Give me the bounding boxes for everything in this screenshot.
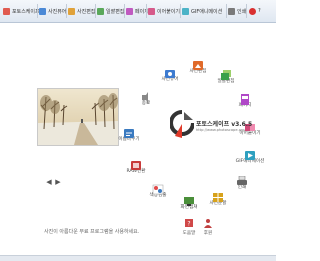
toolbar-tab-viewer[interactable]: 사진뷰어: [39, 5, 66, 17]
help-book-icon: ?: [185, 219, 193, 228]
toolbar-tab-print[interactable]: 인쇄: [228, 5, 246, 17]
editor-icon: [68, 7, 75, 15]
photoscape-icon: [3, 7, 10, 15]
menu-screen-capture[interactable]: 화면캡쳐: [173, 192, 205, 210]
person-icon: [204, 219, 212, 228]
batch-icon: [97, 7, 104, 15]
toolbar-tab-label: 사진뷰어: [48, 8, 67, 15]
raw-converter-icon: [130, 156, 142, 170]
editor-icon: [192, 56, 204, 70]
combine-icon: [148, 7, 155, 15]
color-picker-icon: [152, 180, 164, 195]
status-message: 사진이 아름다운 무료 프로그램을 사용하세요.: [44, 229, 140, 235]
photoscape-logo-icon: [170, 110, 194, 138]
toolbar-tab-label: 일괄편집: [106, 8, 125, 15]
toolbar-tab-label: 포토스케이프: [12, 8, 40, 15]
app-url: http://www.photoscape.org: [196, 128, 245, 132]
toolbar-tab-gif[interactable]: GIF애니메이션: [182, 5, 222, 17]
help-button-label: 도움말: [182, 231, 196, 236]
previous-photo-button[interactable]: ◀: [45, 178, 53, 186]
toolbar-tab-batch[interactable]: 일괄편집: [97, 5, 124, 17]
gif-icon: [182, 7, 189, 15]
viewer-icon: [39, 7, 46, 15]
app-title: 포토스케이프 v3.6.5: [196, 121, 253, 128]
menu-raw-converter[interactable]: RAW변환: [120, 156, 152, 174]
printer-icon: [236, 172, 248, 185]
toolbar-tab-editor[interactable]: 사진편집: [68, 5, 95, 17]
status-bar: [0, 255, 276, 261]
next-photo-button[interactable]: ▶: [54, 178, 62, 186]
exit-icon: [140, 88, 152, 103]
toolbar-help[interactable]: ?: [249, 5, 261, 17]
menu-color-picker[interactable]: 색상검출: [142, 180, 174, 198]
toolbar-help-label: ?: [258, 8, 261, 14]
viewer-icon: [164, 64, 176, 78]
help-icon: [249, 7, 256, 15]
app-logo: 포토스케이프 v3.6.5 http://www.photoscape.org: [170, 110, 260, 156]
toolbar-tab-label: GIF애니메이션: [191, 8, 223, 15]
top-toolbar: 포토스케이프 사진뷰어 사진편집 일괄편집 페이지 이어붙이기 GIF애니메이션…: [0, 0, 276, 23]
toolbar-tab-label: 인쇄: [237, 8, 247, 15]
winter-park-image: [38, 89, 118, 145]
preview-photo: [37, 88, 119, 146]
menu-page[interactable]: 페이지: [229, 90, 261, 108]
print-icon: [228, 7, 235, 15]
screen-capture-icon: [183, 192, 195, 206]
help-button[interactable]: ? 도움말: [179, 218, 199, 236]
splitter-icon: [212, 188, 224, 202]
donate-button-label: 후원: [203, 231, 213, 236]
page-icon: [126, 7, 133, 15]
menu-exit[interactable]: 종료: [130, 88, 162, 106]
donate-button[interactable]: 후원: [198, 218, 218, 236]
svg-text:?: ?: [187, 221, 190, 228]
toolbar-tab-home[interactable]: 포토스케이프: [3, 5, 40, 17]
rename-icon: [123, 124, 135, 138]
batch-icon: [220, 66, 232, 80]
page-icon: [239, 90, 251, 105]
menu-rename[interactable]: 이름바꾸기: [113, 124, 145, 142]
toolbar-tab-label: 이어붙이기: [157, 8, 181, 15]
menu-batch[interactable]: 일괄편집: [210, 66, 242, 84]
toolbar-tab-combine[interactable]: 이어붙이기: [148, 5, 180, 17]
toolbar-tab-label: 사진편집: [77, 8, 96, 15]
menu-splitter[interactable]: 사진분할: [202, 188, 234, 206]
